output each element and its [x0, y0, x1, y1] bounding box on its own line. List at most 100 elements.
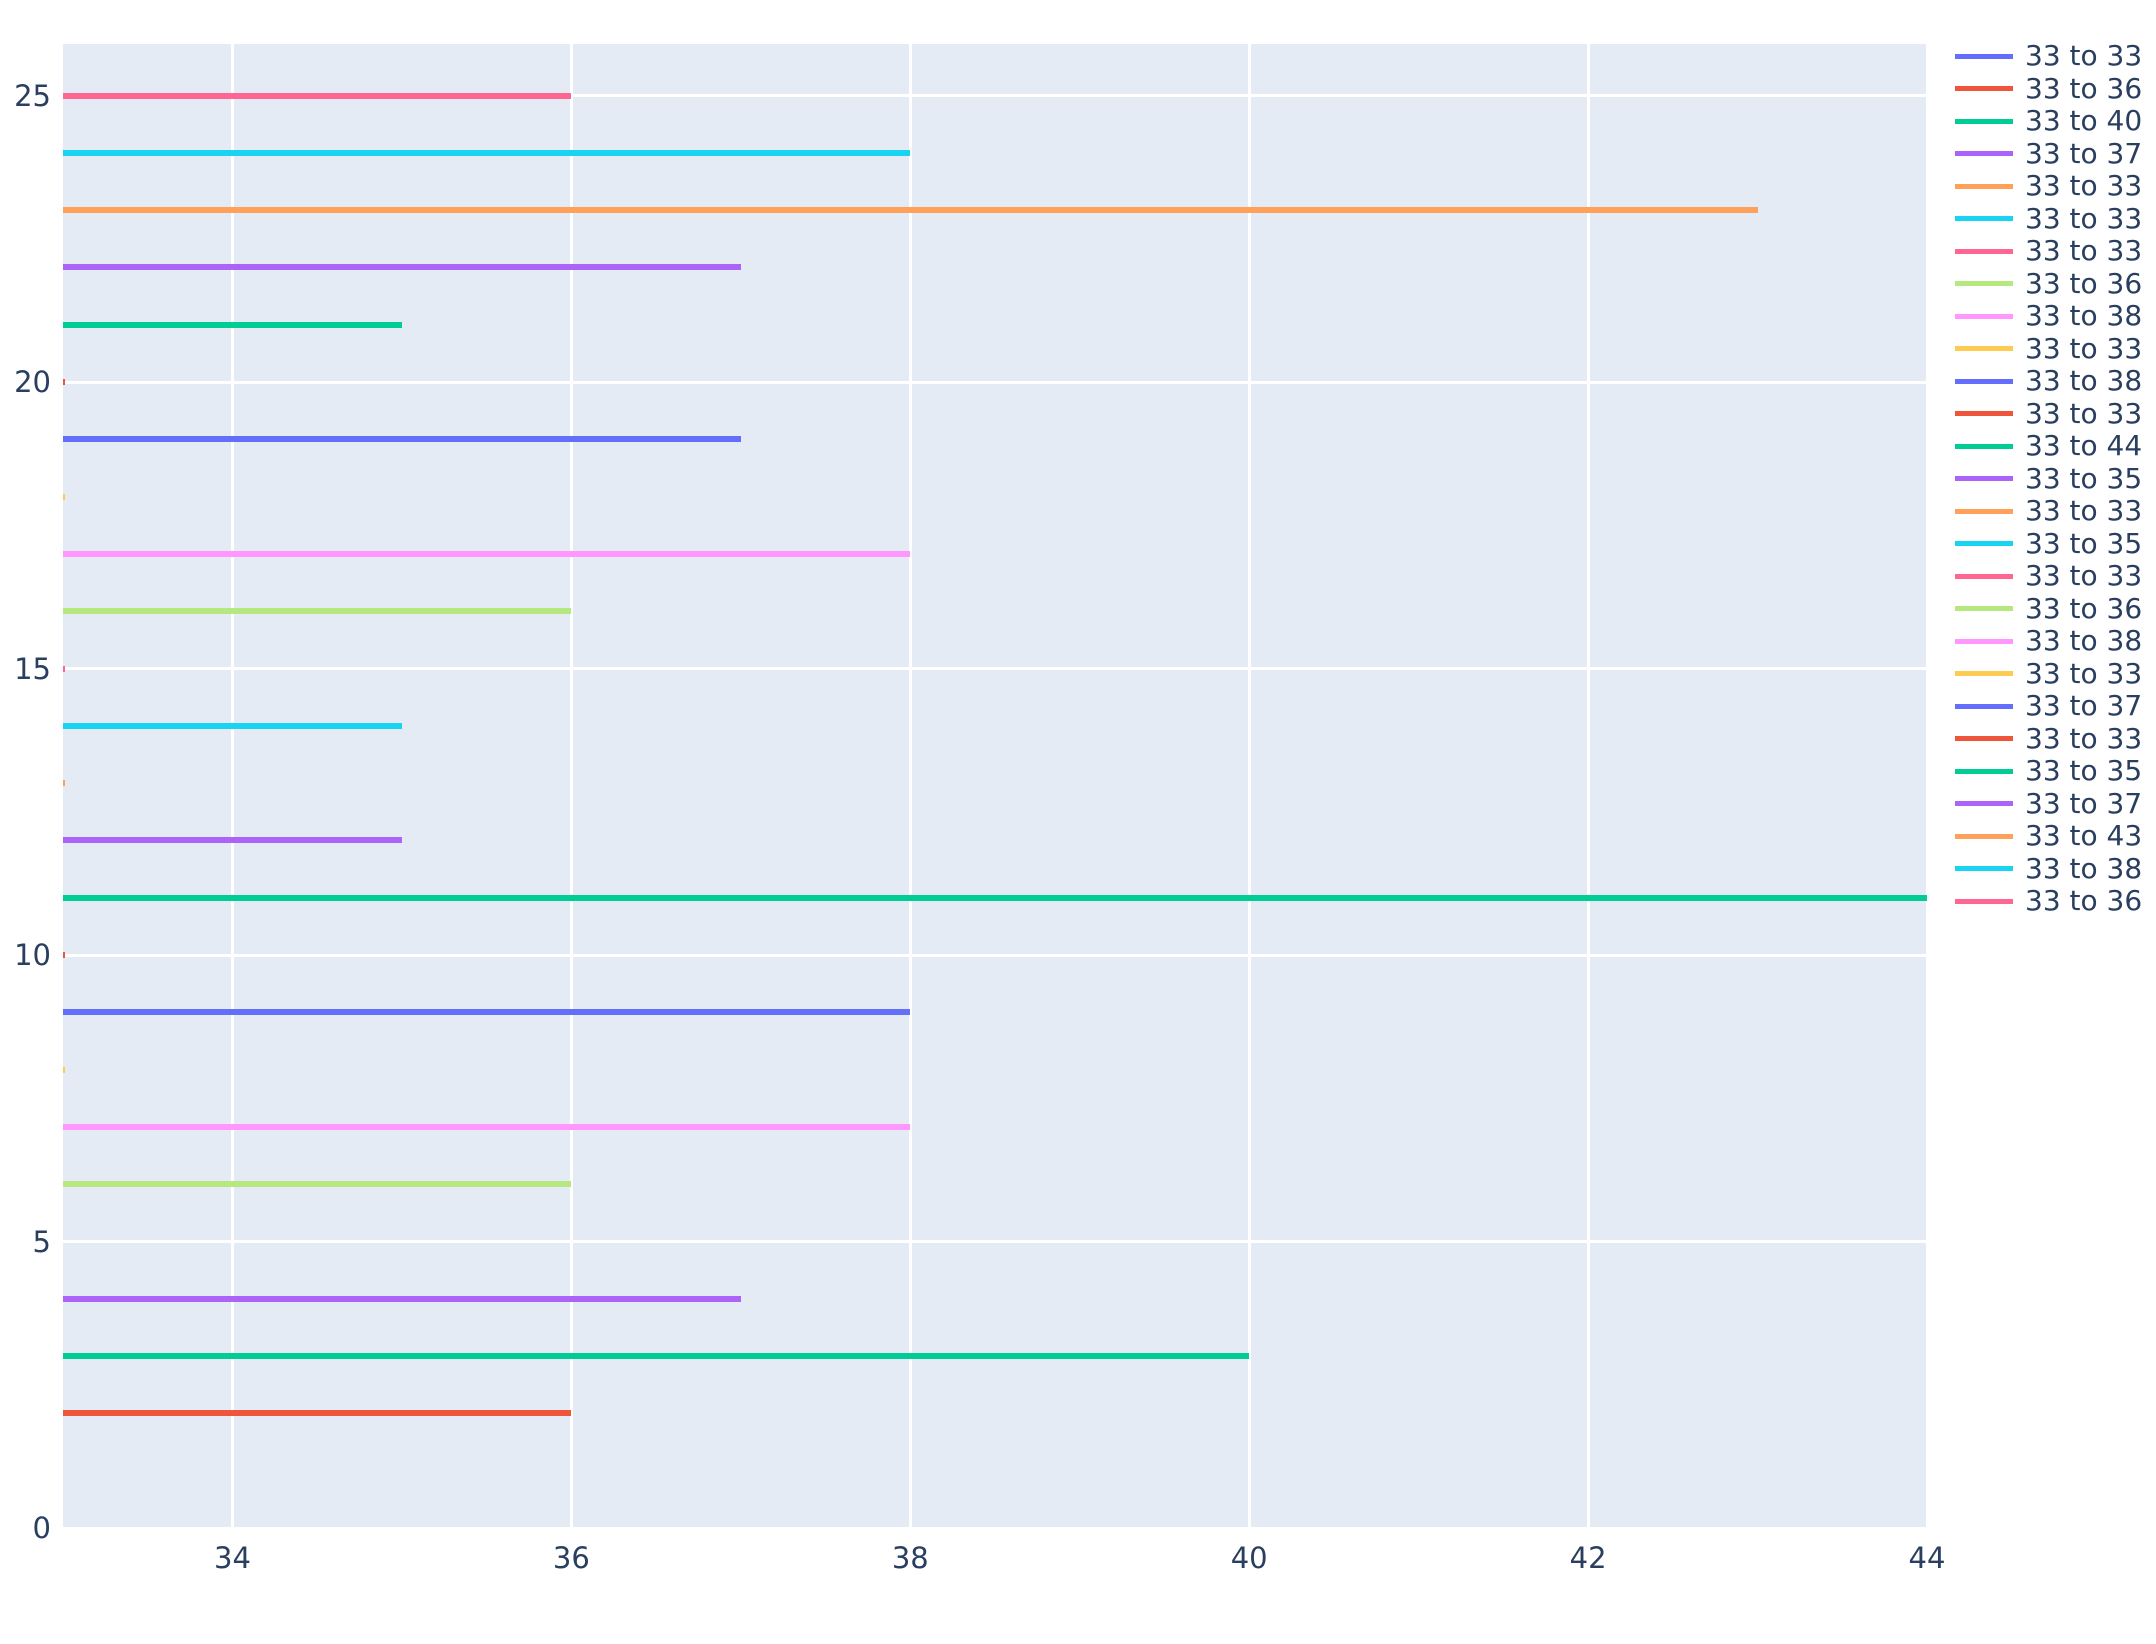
legend-item[interactable]: 33 to 38 [1955, 365, 2155, 398]
legend-item-label: 33 to 44 [2025, 429, 2143, 463]
gridline-y-10 [63, 953, 1927, 957]
legend-item-label: 33 to 33 [2025, 494, 2143, 528]
x-tick-label-38: 38 [891, 1541, 929, 1575]
chart-figure: 34 36 38 40 42 44 0 5 10 15 20 25 33 to 33 33 to 36… [0, 0, 2156, 1644]
legend-item-label: 33 to 33 [2025, 559, 2143, 593]
legend-item[interactable]: 33 to 33 [1955, 333, 2155, 366]
legend-item-label: 33 to 35 [2025, 754, 2143, 788]
legend-swatch-icon [1955, 313, 2013, 319]
legend-item[interactable]: 33 to 33 [1955, 658, 2155, 691]
legend-item[interactable]: 33 to 35 [1955, 528, 2155, 561]
legend-swatch-icon [1955, 183, 2013, 189]
series-line [63, 379, 65, 386]
legend-item[interactable]: 33 to 44 [1955, 430, 2155, 463]
legend-item[interactable]: 33 to 33 [1955, 203, 2155, 236]
legend-swatch-icon [1955, 573, 2013, 579]
series-line [63, 321, 402, 328]
series-line [63, 837, 402, 844]
legend-item-label: 33 to 33 [2025, 656, 2143, 690]
legend-item[interactable]: 33 to 37 [1955, 138, 2155, 171]
legend-item[interactable]: 33 to 38 [1955, 625, 2155, 658]
series-line [63, 665, 65, 672]
legend[interactable]: 33 to 33 33 to 36 33 to 40 33 to 37 33 to 33… [1955, 40, 2155, 918]
legend-item-label: 33 to 38 [2025, 364, 2143, 398]
legend-item-label: 33 to 36 [2025, 266, 2143, 300]
legend-item-label: 33 to 36 [2025, 884, 2143, 918]
gridline-x-40 [1247, 44, 1251, 1528]
legend-item[interactable]: 33 to 33 [1955, 235, 2155, 268]
legend-swatch-icon [1955, 768, 2013, 774]
series-line [63, 207, 1758, 214]
legend-item-label: 33 to 33 [2025, 396, 2143, 430]
legend-item[interactable]: 33 to 36 [1955, 268, 2155, 301]
legend-swatch-icon [1955, 248, 2013, 254]
legend-swatch-icon [1955, 866, 2013, 872]
legend-swatch-icon [1955, 638, 2013, 644]
legend-item[interactable]: 33 to 37 [1955, 690, 2155, 723]
legend-item[interactable]: 33 to 36 [1955, 593, 2155, 626]
legend-item[interactable]: 33 to 33 [1955, 495, 2155, 528]
gridline-y-5 [63, 1240, 1927, 1243]
legend-swatch-icon [1955, 86, 2013, 92]
legend-item-label: 33 to 40 [2025, 104, 2143, 138]
legend-item-label: 33 to 36 [2025, 71, 2143, 105]
legend-item-label: 33 to 33 [2025, 721, 2143, 755]
legend-swatch-icon [1955, 411, 2013, 417]
legend-item[interactable]: 33 to 36 [1955, 885, 2155, 918]
legend-swatch-icon [1955, 378, 2013, 384]
legend-swatch-icon [1955, 443, 2013, 449]
gridline-x-44 [1925, 44, 1929, 1528]
legend-item-label: 33 to 33 [2025, 201, 2143, 235]
legend-item-label: 33 to 33 [2025, 39, 2143, 73]
legend-item[interactable]: 33 to 33 [1955, 398, 2155, 431]
series-line [63, 780, 65, 787]
legend-item[interactable]: 33 to 38 [1955, 853, 2155, 886]
legend-item[interactable]: 33 to 40 [1955, 105, 2155, 138]
series-line [63, 1295, 741, 1302]
series-line [63, 1009, 911, 1016]
series-line [63, 1066, 65, 1073]
legend-item-label: 33 to 37 [2025, 136, 2143, 170]
x-tick-label-34: 34 [214, 1541, 251, 1575]
legend-item-label: 33 to 37 [2025, 689, 2143, 723]
legend-item[interactable]: 33 to 33 [1955, 560, 2155, 593]
legend-item-label: 33 to 33 [2025, 169, 2143, 203]
legend-swatch-icon [1955, 476, 2013, 482]
series-line [63, 1353, 1250, 1360]
y-tick-label-25: 25 [14, 78, 51, 113]
gridline-y-15 [63, 667, 1927, 671]
y-tick-label-15: 15 [14, 651, 51, 686]
series-line [63, 264, 741, 271]
legend-swatch-icon [1955, 898, 2013, 904]
legend-item[interactable]: 33 to 43 [1955, 820, 2155, 853]
x-tick-label-44: 44 [1908, 1541, 1946, 1575]
series-line [63, 550, 911, 557]
x-tick-label-36: 36 [552, 1541, 590, 1575]
legend-item[interactable]: 33 to 33 [1955, 170, 2155, 203]
series-line [63, 894, 1927, 901]
legend-swatch-icon [1955, 508, 2013, 514]
legend-item[interactable]: 33 to 35 [1955, 755, 2155, 788]
gridline-y-20 [63, 380, 1927, 384]
legend-item-label: 33 to 36 [2025, 591, 2143, 625]
legend-item[interactable]: 33 to 38 [1955, 300, 2155, 333]
y-tick-label-10: 10 [14, 938, 51, 973]
legend-swatch-icon [1955, 151, 2013, 157]
y-tick-label-0: 0 [32, 1511, 51, 1545]
legend-item[interactable]: 33 to 36 [1955, 73, 2155, 106]
legend-item[interactable]: 33 to 37 [1955, 788, 2155, 821]
series-line [63, 608, 572, 615]
legend-item[interactable]: 33 to 33 [1955, 723, 2155, 756]
legend-swatch-icon [1955, 216, 2013, 222]
series-line [63, 493, 65, 500]
legend-swatch-icon [1955, 541, 2013, 547]
x-tick-label-40: 40 [1230, 1541, 1268, 1575]
gridline-x-38 [908, 44, 912, 1528]
legend-item[interactable]: 33 to 33 [1955, 40, 2155, 73]
gridline-y-0 [63, 1526, 1927, 1530]
legend-item[interactable]: 33 to 35 [1955, 463, 2155, 496]
series-line [63, 149, 911, 156]
legend-swatch-icon [1955, 736, 2013, 742]
plot-area [63, 44, 1929, 1530]
y-tick-label-20: 20 [14, 365, 51, 400]
